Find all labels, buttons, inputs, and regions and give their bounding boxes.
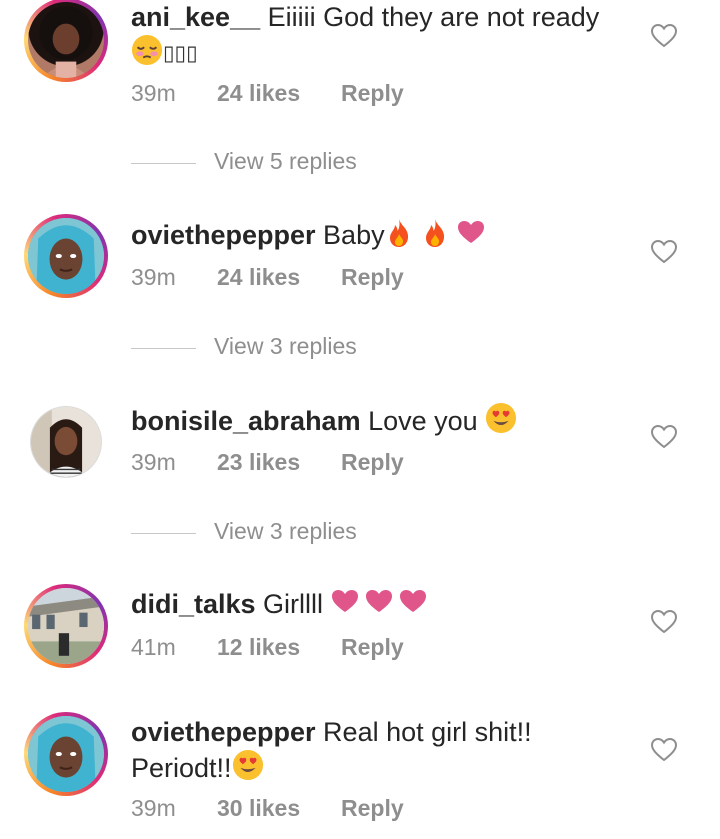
- comment-body: Baby: [315, 220, 385, 250]
- comment-username[interactable]: didi_talks: [131, 589, 256, 619]
- reply-button[interactable]: Reply: [341, 795, 404, 822]
- comment-text: ani_kee__ Eiiiii God they are not ready …: [131, 0, 631, 70]
- heart-eyes-emoji: [485, 402, 517, 434]
- replies-divider: [131, 533, 196, 534]
- comment-username[interactable]: bonisile_abraham: [131, 406, 361, 436]
- heart-outline-icon[interactable]: [651, 425, 677, 449]
- pleading-face-emoji: [131, 34, 163, 66]
- avatar[interactable]: [24, 0, 108, 82]
- likes-count[interactable]: 24 likes: [217, 80, 300, 107]
- comment-text: bonisile_abraham Love you: [131, 402, 631, 438]
- comment-username[interactable]: oviethepepper: [131, 717, 316, 747]
- heart-emoji: [331, 589, 359, 613]
- comment-time: 39m: [131, 80, 176, 106]
- avatar-photo: [28, 218, 104, 294]
- unrendered-glyphs: ▯▯▯: [163, 41, 198, 65]
- reply-button[interactable]: Reply: [341, 634, 404, 661]
- avatar-photo: [28, 588, 104, 664]
- comment-time: 39m: [131, 264, 176, 290]
- replies-divider: [131, 163, 196, 164]
- fire-emoji: [387, 218, 411, 248]
- comment-time: 41m: [131, 634, 176, 660]
- heart-emoji: [365, 589, 393, 613]
- comment-time: 39m: [131, 449, 176, 475]
- avatar-photo: [31, 407, 101, 477]
- comment-username[interactable]: ani_kee__: [131, 2, 260, 32]
- replies-divider: [131, 348, 196, 349]
- reply-button[interactable]: Reply: [341, 80, 404, 107]
- heart-eyes-emoji: [232, 749, 264, 781]
- comment-text: oviethepepper Real hot girl shit!! Perio…: [131, 715, 551, 785]
- likes-count[interactable]: 30 likes: [217, 795, 300, 822]
- comment-text: oviethepepper Baby: [131, 218, 631, 252]
- heart-outline-icon[interactable]: [651, 738, 677, 762]
- fire-emoji: [423, 218, 447, 248]
- comment-time: 39m: [131, 795, 176, 821]
- comment-text: didi_talks Girllll: [131, 587, 631, 621]
- avatar[interactable]: [24, 584, 108, 668]
- heart-outline-icon[interactable]: [651, 24, 677, 48]
- heart-outline-icon[interactable]: [651, 240, 677, 264]
- view-replies-label: View 3 replies: [214, 518, 357, 544]
- avatar[interactable]: [24, 214, 108, 298]
- avatar-photo: [28, 716, 104, 792]
- likes-count[interactable]: 12 likes: [217, 634, 300, 661]
- likes-count[interactable]: 23 likes: [217, 449, 300, 476]
- avatar[interactable]: [24, 712, 108, 796]
- reply-button[interactable]: Reply: [341, 449, 404, 476]
- comment-body: Girllll: [255, 589, 331, 619]
- view-replies-label: View 3 replies: [214, 333, 357, 359]
- comment-body: Eiiiii God they are not ready: [260, 2, 600, 32]
- reply-button[interactable]: Reply: [341, 264, 404, 291]
- comment-username[interactable]: oviethepepper: [131, 220, 316, 250]
- comment-body: Love you: [360, 406, 486, 436]
- avatar[interactable]: [30, 406, 102, 478]
- avatar-photo: [39, 6, 93, 78]
- heart-emoji: [457, 220, 485, 244]
- view-replies-label: View 5 replies: [214, 148, 357, 174]
- heart-emoji: [399, 589, 427, 613]
- heart-outline-icon[interactable]: [651, 610, 677, 634]
- likes-count[interactable]: 24 likes: [217, 264, 300, 291]
